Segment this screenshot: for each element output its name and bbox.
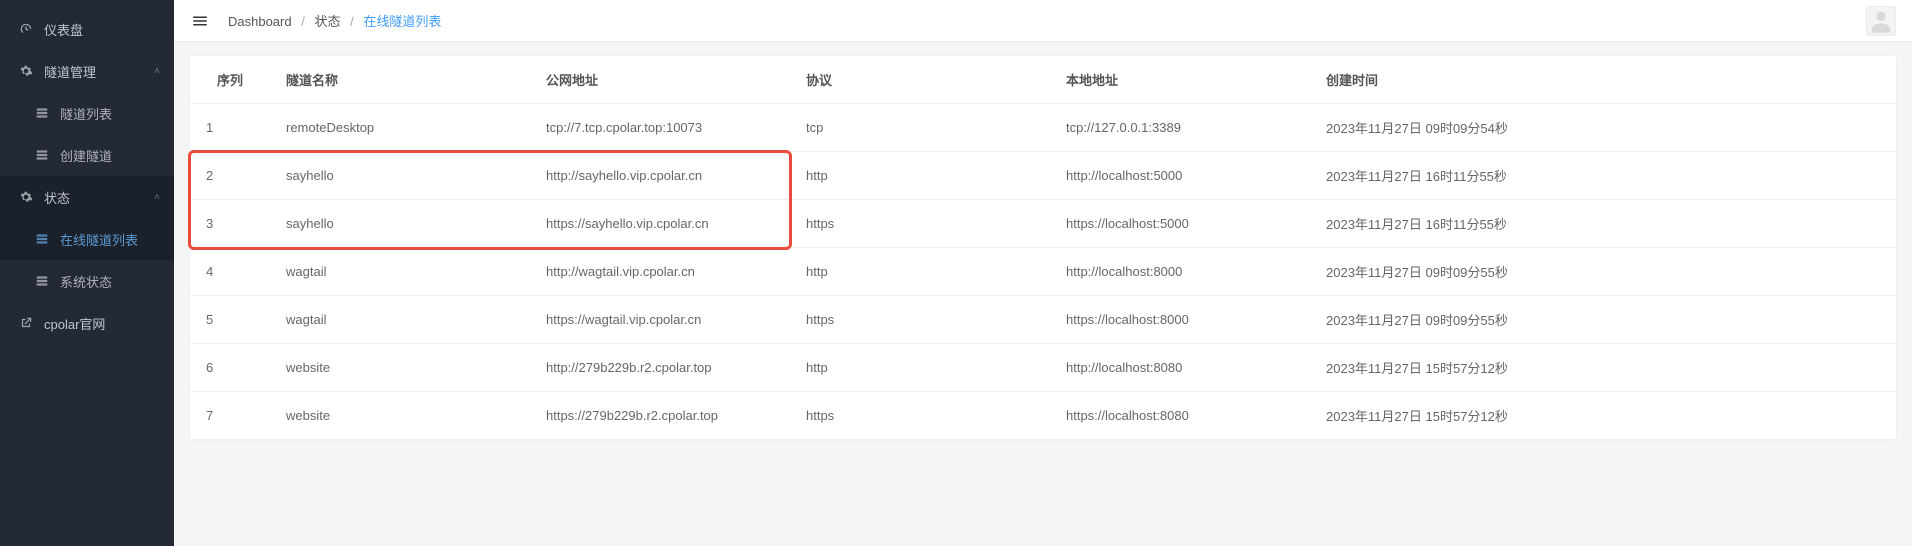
cell-proto: https [790, 392, 1050, 440]
sidebar-item-tunnel-create[interactable]: 创建隧道 [0, 134, 174, 176]
cell-public: https://sayhello.vip.cpolar.cn [530, 200, 790, 248]
cell-seq: 4 [190, 248, 270, 296]
table-icon [34, 105, 50, 121]
cell-proto: http [790, 344, 1050, 392]
cell-ctime: 2023年11月27日 15时57分12秒 [1310, 344, 1896, 392]
topbar: Dashboard / 状态 / 在线隧道列表 [174, 0, 1912, 42]
table-icon [34, 273, 50, 289]
sidebar-item-label: 仪表盘 [44, 20, 83, 39]
cell-seq: 6 [190, 344, 270, 392]
external-link-icon [18, 315, 34, 331]
cell-seq: 2 [190, 152, 270, 200]
sidebar-item-label: cpolar官网 [44, 314, 105, 333]
breadcrumb-current: 在线隧道列表 [363, 14, 441, 29]
col-local: 本地地址 [1050, 56, 1310, 104]
cell-seq: 3 [190, 200, 270, 248]
gear-icon [18, 189, 34, 205]
cell-proto: http [790, 248, 1050, 296]
cell-public: http://wagtail.vip.cpolar.cn [530, 248, 790, 296]
cell-local: http://localhost:8080 [1050, 344, 1310, 392]
cell-public: http://279b229b.r2.cpolar.top [530, 344, 790, 392]
cell-ctime: 2023年11月27日 09时09分55秒 [1310, 296, 1896, 344]
cell-proto: tcp [790, 104, 1050, 152]
col-public: 公网地址 [530, 56, 790, 104]
gear-icon [18, 63, 34, 79]
cell-public: tcp://7.tcp.cpolar.top:10073 [530, 104, 790, 152]
sidebar-item-dashboard[interactable]: 仪表盘 [0, 8, 174, 50]
menu-toggle-icon[interactable] [190, 11, 210, 31]
breadcrumb-sep: / [301, 14, 305, 29]
cell-proto: http [790, 152, 1050, 200]
sidebar-item-status[interactable]: 状态 ˄ [0, 176, 174, 218]
cell-local: http://localhost:5000 [1050, 152, 1310, 200]
cell-name: website [270, 392, 530, 440]
cell-proto: https [790, 200, 1050, 248]
col-name: 隧道名称 [270, 56, 530, 104]
table-row[interactable]: 7websitehttps://279b229b.r2.cpolar.topht… [190, 392, 1896, 440]
cell-name: wagtail [270, 296, 530, 344]
sidebar-item-tunnel-mgmt[interactable]: 隧道管理 ˄ [0, 50, 174, 92]
cell-ctime: 2023年11月27日 16时11分55秒 [1310, 200, 1896, 248]
cell-proto: https [790, 296, 1050, 344]
table-row[interactable]: 1remoteDesktoptcp://7.tcp.cpolar.top:100… [190, 104, 1896, 152]
chevron-up-icon: ˄ [154, 66, 160, 77]
cell-public: https://279b229b.r2.cpolar.top [530, 392, 790, 440]
avatar[interactable] [1866, 6, 1896, 36]
cell-local: https://localhost:8080 [1050, 392, 1310, 440]
sidebar-item-label: 隧道管理 [44, 62, 96, 81]
col-ctime: 创建时间 [1310, 56, 1896, 104]
sidebar-item-label: 创建隧道 [60, 146, 112, 165]
tunnels-table: 序列 隧道名称 公网地址 协议 本地地址 创建时间 1remoteDesktop… [190, 56, 1896, 440]
cell-local: tcp://127.0.0.1:3389 [1050, 104, 1310, 152]
sidebar-item-label: 在线隧道列表 [60, 230, 138, 249]
table-row[interactable]: 4wagtailhttp://wagtail.vip.cpolar.cnhttp… [190, 248, 1896, 296]
sidebar-item-system-status[interactable]: 系统状态 [0, 260, 174, 302]
sidebar: 仪表盘 隧道管理 ˄ 隧道列表 创建隧道 状态 [0, 0, 174, 546]
breadcrumb: Dashboard / 状态 / 在线隧道列表 [228, 11, 441, 30]
gauge-icon [18, 21, 34, 37]
cell-ctime: 2023年11月27日 09时09分54秒 [1310, 104, 1896, 152]
cell-name: wagtail [270, 248, 530, 296]
cell-seq: 7 [190, 392, 270, 440]
table-icon [34, 147, 50, 163]
cell-local: https://localhost:5000 [1050, 200, 1310, 248]
cell-name: sayhello [270, 200, 530, 248]
cell-public: http://sayhello.vip.cpolar.cn [530, 152, 790, 200]
breadcrumb-status[interactable]: 状态 [314, 14, 340, 29]
breadcrumb-sep: / [350, 14, 354, 29]
sidebar-item-tunnel-list[interactable]: 隧道列表 [0, 92, 174, 134]
col-proto: 协议 [790, 56, 1050, 104]
table-row[interactable]: 6websitehttp://279b229b.r2.cpolar.tophtt… [190, 344, 1896, 392]
cell-ctime: 2023年11月27日 16时11分55秒 [1310, 152, 1896, 200]
cell-ctime: 2023年11月27日 15时57分12秒 [1310, 392, 1896, 440]
sidebar-item-cpolar-site[interactable]: cpolar官网 [0, 302, 174, 344]
breadcrumb-dashboard[interactable]: Dashboard [228, 14, 292, 29]
cell-seq: 5 [190, 296, 270, 344]
chevron-up-icon: ˄ [154, 192, 160, 203]
cell-name: website [270, 344, 530, 392]
cell-local: http://localhost:8000 [1050, 248, 1310, 296]
sidebar-item-label: 状态 [44, 188, 70, 207]
table-header-row: 序列 隧道名称 公网地址 协议 本地地址 创建时间 [190, 56, 1896, 104]
cell-ctime: 2023年11月27日 09时09分55秒 [1310, 248, 1896, 296]
sidebar-item-label: 隧道列表 [60, 104, 112, 123]
col-seq: 序列 [190, 56, 270, 104]
table-row[interactable]: 2sayhellohttp://sayhello.vip.cpolar.cnht… [190, 152, 1896, 200]
cell-seq: 1 [190, 104, 270, 152]
cell-local: https://localhost:8000 [1050, 296, 1310, 344]
table-row[interactable]: 5wagtailhttps://wagtail.vip.cpolar.cnhtt… [190, 296, 1896, 344]
cell-public: https://wagtail.vip.cpolar.cn [530, 296, 790, 344]
cell-name: sayhello [270, 152, 530, 200]
table-icon [34, 231, 50, 247]
cell-name: remoteDesktop [270, 104, 530, 152]
sidebar-item-online-tunnels[interactable]: 在线隧道列表 [0, 218, 174, 260]
sidebar-item-label: 系统状态 [60, 272, 112, 291]
table-row[interactable]: 3sayhellohttps://sayhello.vip.cpolar.cnh… [190, 200, 1896, 248]
